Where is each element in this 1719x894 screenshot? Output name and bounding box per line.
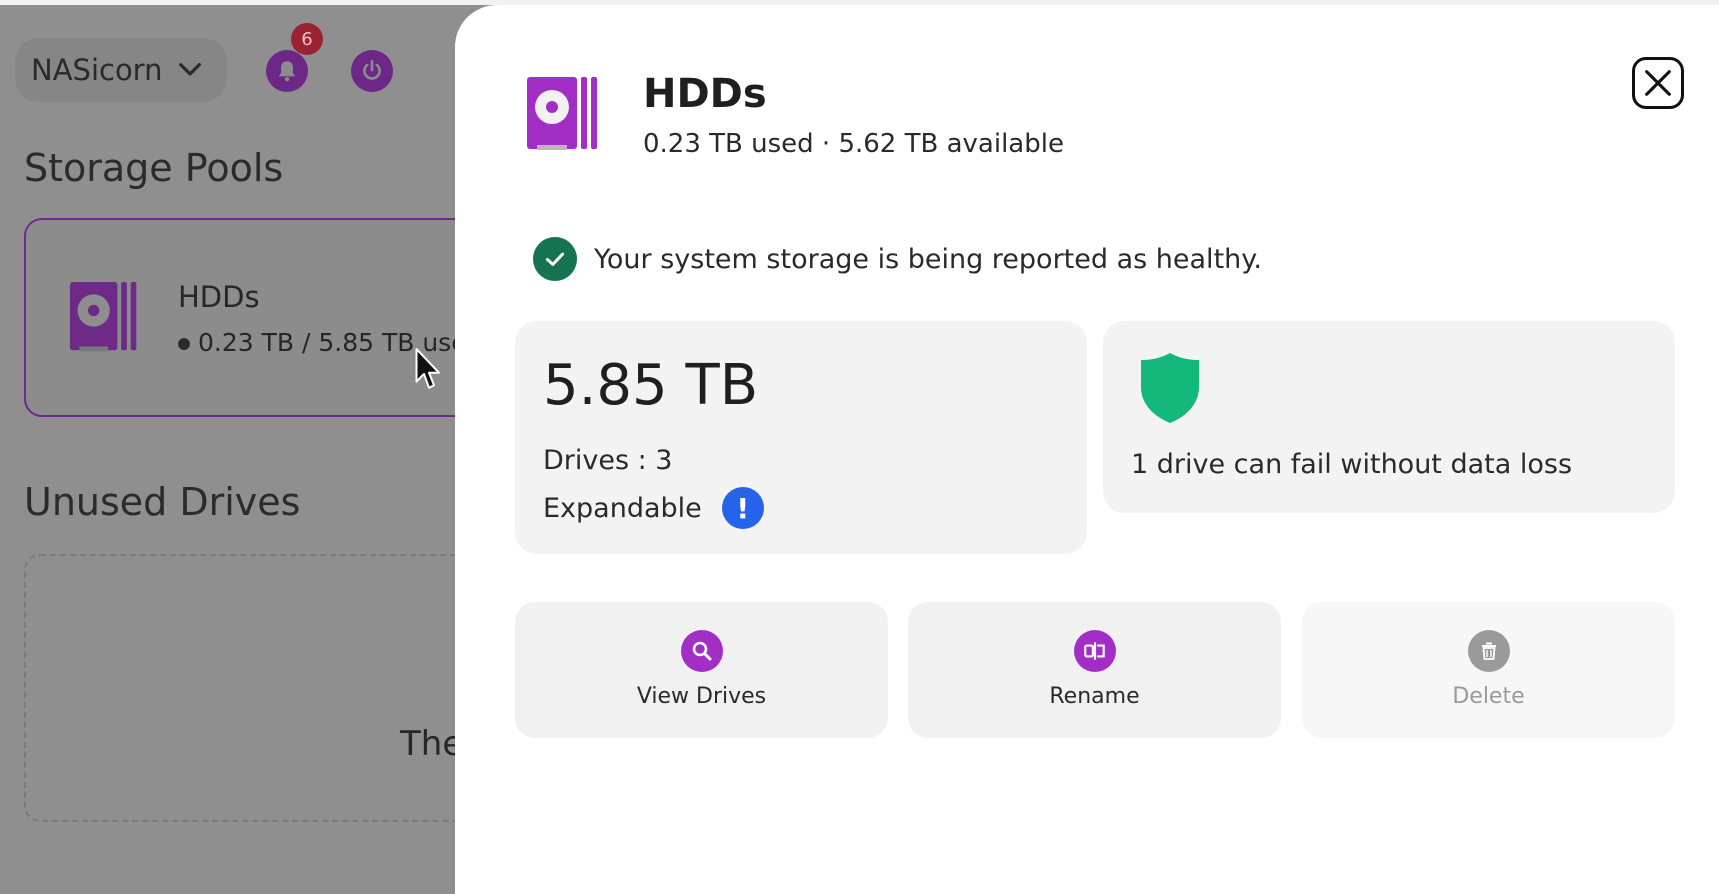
shield-icon [1141, 353, 1199, 423]
search-icon [680, 630, 723, 672]
bell-icon [278, 61, 296, 82]
check-icon [533, 237, 577, 281]
mouse-cursor-icon [415, 348, 440, 389]
pool-details-drawer: HDDs 0.23 TB used · 5.62 TB available Yo… [455, 5, 1719, 894]
rename-button[interactable]: Rename [908, 602, 1281, 738]
notifications-button[interactable] [266, 50, 308, 92]
expandable-label: Expandable [543, 492, 702, 524]
unused-drives-heading: Unused Drives [24, 480, 301, 524]
hard-drive-icon [527, 77, 597, 150]
unused-drives-text: The [400, 724, 464, 764]
trash-icon [1467, 630, 1510, 672]
health-message: Your system storage is being reported as… [594, 243, 1262, 275]
view-drives-label: View Drives [636, 684, 767, 709]
pool-title: HDDs [643, 71, 767, 117]
info-icon[interactable]: ! [721, 487, 764, 529]
notification-badge: 6 [291, 23, 323, 55]
view-drives-button[interactable]: View Drives [515, 602, 888, 738]
status-dot [178, 338, 190, 350]
health-status: Your system storage is being reported as… [533, 237, 1262, 281]
drives-count: Drives : 3 [543, 445, 673, 476]
rename-icon [1073, 630, 1116, 672]
delete-button[interactable]: Delete [1302, 602, 1675, 738]
pool-subtitle: 0.23 TB used · 5.62 TB available [643, 129, 1064, 159]
expandable-row: Expandable ! [543, 487, 764, 529]
device-selector[interactable]: NASicorn [15, 38, 227, 102]
power-icon [363, 59, 381, 80]
capacity-card: 5.85 TB Drives : 3 Expandable ! [515, 321, 1087, 554]
storage-pools-heading: Storage Pools [24, 146, 284, 190]
unused-drives-placeholder: The [24, 554, 504, 822]
delete-label: Delete [1452, 684, 1525, 709]
hard-drive-icon [69, 282, 137, 352]
pool-name: HDDs [178, 280, 260, 314]
fault-tolerance-card: 1 drive can fail without data loss [1103, 321, 1675, 513]
fault-tolerance-text: 1 drive can fail without data loss [1131, 449, 1573, 480]
chevron-down-icon [179, 63, 202, 76]
capacity-value: 5.85 TB [543, 353, 759, 418]
close-icon [1645, 70, 1671, 96]
close-button[interactable] [1632, 57, 1684, 109]
power-button[interactable] [351, 50, 393, 92]
rename-label: Rename [1049, 684, 1140, 709]
device-name: NASicorn [31, 53, 163, 87]
